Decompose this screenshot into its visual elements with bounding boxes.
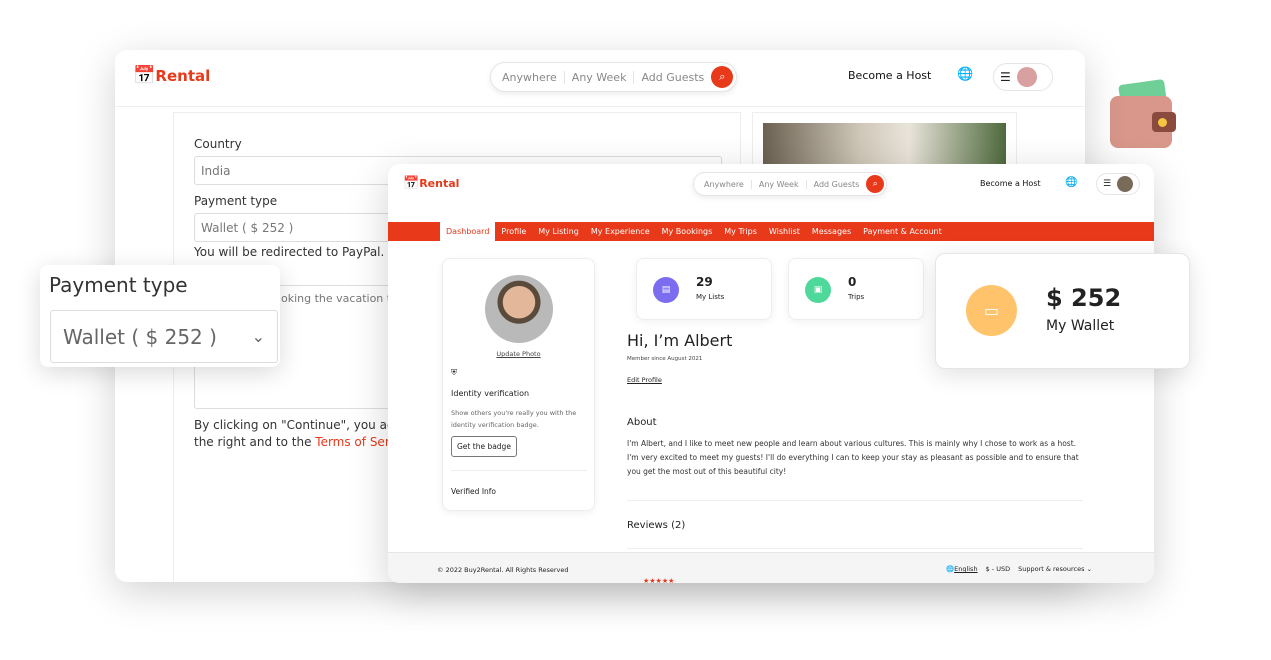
wallet-label: My Wallet [1046, 318, 1115, 334]
terms-text-2: the right and to the Terms of Service [194, 435, 415, 449]
update-photo-link[interactable]: Update Photo [443, 350, 594, 358]
get-badge-button[interactable]: Get the badge [451, 436, 517, 457]
copyright: © 2022 Buy2Rental. All Rights Reserved [437, 566, 569, 574]
language-selector[interactable]: 🌐English [946, 565, 978, 573]
popup-label: Payment type [49, 273, 188, 297]
hamburger-icon: ☰ [1000, 70, 1011, 84]
shield-icon: ⛨ [451, 368, 457, 377]
country-label: Country [194, 137, 242, 151]
support-menu[interactable]: Support & resources ⌄ [1018, 565, 1092, 573]
identity-desc: Show others you're really you with the i… [451, 409, 577, 429]
user-menu[interactable]: ☰ [1096, 173, 1140, 195]
stat-card-my-lists[interactable]: ▤ 29 My Lists [636, 258, 772, 320]
listing-photo [763, 123, 1006, 168]
search-guests[interactable]: Add Guests [634, 71, 711, 84]
suitcase-icon: ▣ [805, 277, 831, 303]
globe-icon[interactable]: 🌐 [1065, 177, 1077, 188]
dashboard-window: 📅 Rental Anywhere Any Week Add Guests ⌕ B… [388, 164, 1154, 583]
search-where[interactable]: Anywhere [697, 179, 752, 189]
hamburger-icon: ☰ [1103, 179, 1112, 189]
popup-payment-select[interactable]: Wallet ( $ 252 ) ⌄ [50, 310, 278, 363]
chevron-down-icon: ⌄ [251, 327, 265, 346]
payment-label: Payment type [194, 194, 278, 208]
star-rating: ★★★★★ [643, 577, 675, 583]
profile-photo [485, 275, 553, 343]
wallet-amount: $ 252 [1046, 284, 1122, 312]
search-week[interactable]: Any Week [752, 179, 807, 189]
profile-card: Update Photo ⛨ Identity verification Sho… [442, 258, 595, 511]
currency-selector[interactable]: $ - USD [986, 565, 1011, 573]
tab-messages[interactable]: Messages [806, 222, 857, 241]
search-where[interactable]: Anywhere [495, 70, 565, 84]
wallet-icon: ▭ [966, 285, 1017, 336]
tab-my-listing[interactable]: My Listing [532, 222, 585, 241]
search-bar[interactable]: Anywhere Any Week Add Guests ⌕ [490, 62, 738, 92]
about-text: I'm Albert, and I like to meet new peopl… [627, 439, 1079, 476]
logo[interactable]: 📅 Rental [133, 65, 210, 86]
tab-my-experience[interactable]: My Experience [585, 222, 656, 241]
search-icon[interactable]: ⌕ [711, 66, 734, 88]
trips-count: 0 [848, 275, 857, 289]
avatar [1016, 67, 1037, 87]
reviews-title: Reviews (2) [627, 520, 686, 531]
search-guests[interactable]: Add Guests [807, 180, 867, 189]
payment-type-popup: Payment type Wallet ( $ 252 ) ⌄ [40, 265, 280, 367]
about-title: About [627, 417, 657, 428]
become-host-link[interactable]: Become a Host [848, 69, 931, 82]
tab-payment-account[interactable]: Payment & Account [857, 222, 948, 241]
trips-label: Trips [848, 293, 865, 301]
tab-my-trips[interactable]: My Trips [718, 222, 763, 241]
identity-title: Identity verification [451, 389, 530, 398]
wallet-card[interactable]: ▭ $ 252 My Wallet [935, 253, 1190, 369]
globe-icon: 🌐 [946, 565, 955, 573]
stat-card-trips[interactable]: ▣ 0 Trips [788, 258, 924, 320]
list-icon: ▤ [653, 277, 679, 303]
tab-wishlist[interactable]: Wishlist [763, 222, 806, 241]
my-lists-count: 29 [696, 275, 713, 289]
greeting-title: Hi, I’m Albert [627, 331, 733, 350]
calendar-check-icon: 📅 [133, 65, 156, 86]
search-week[interactable]: Any Week [565, 70, 635, 84]
avatar [1117, 176, 1133, 192]
globe-icon[interactable]: 🌐 [957, 67, 973, 82]
chevron-down-icon: ⌄ [1086, 565, 1093, 573]
tab-profile[interactable]: Profile [495, 222, 532, 241]
user-menu[interactable]: ☰ [993, 63, 1053, 91]
verified-info: Verified Info [451, 487, 497, 496]
search-bar[interactable]: Anywhere Any Week Add Guests ⌕ [693, 172, 888, 196]
tab-my-bookings[interactable]: My Bookings [656, 222, 719, 241]
redirect-note: You will be redirected to PayPal. [194, 245, 385, 259]
member-since: Member since August 2021 [627, 356, 703, 362]
listing-card [752, 112, 1017, 172]
become-host-link[interactable]: Become a Host [980, 179, 1041, 188]
wallet-illustration-icon [1108, 78, 1176, 148]
footer: © 2022 Buy2Rental. All Rights Reserved ★… [388, 552, 1154, 583]
calendar-check-icon: 📅 [403, 176, 420, 191]
logo[interactable]: 📅 Rental [403, 176, 459, 191]
my-lists-label: My Lists [696, 293, 725, 301]
dashboard-nav: Dashboard Profile My Listing My Experien… [388, 222, 1154, 241]
tab-dashboard[interactable]: Dashboard [440, 222, 496, 241]
edit-profile-link[interactable]: Edit Profile [627, 376, 662, 384]
search-icon[interactable]: ⌕ [866, 175, 885, 193]
